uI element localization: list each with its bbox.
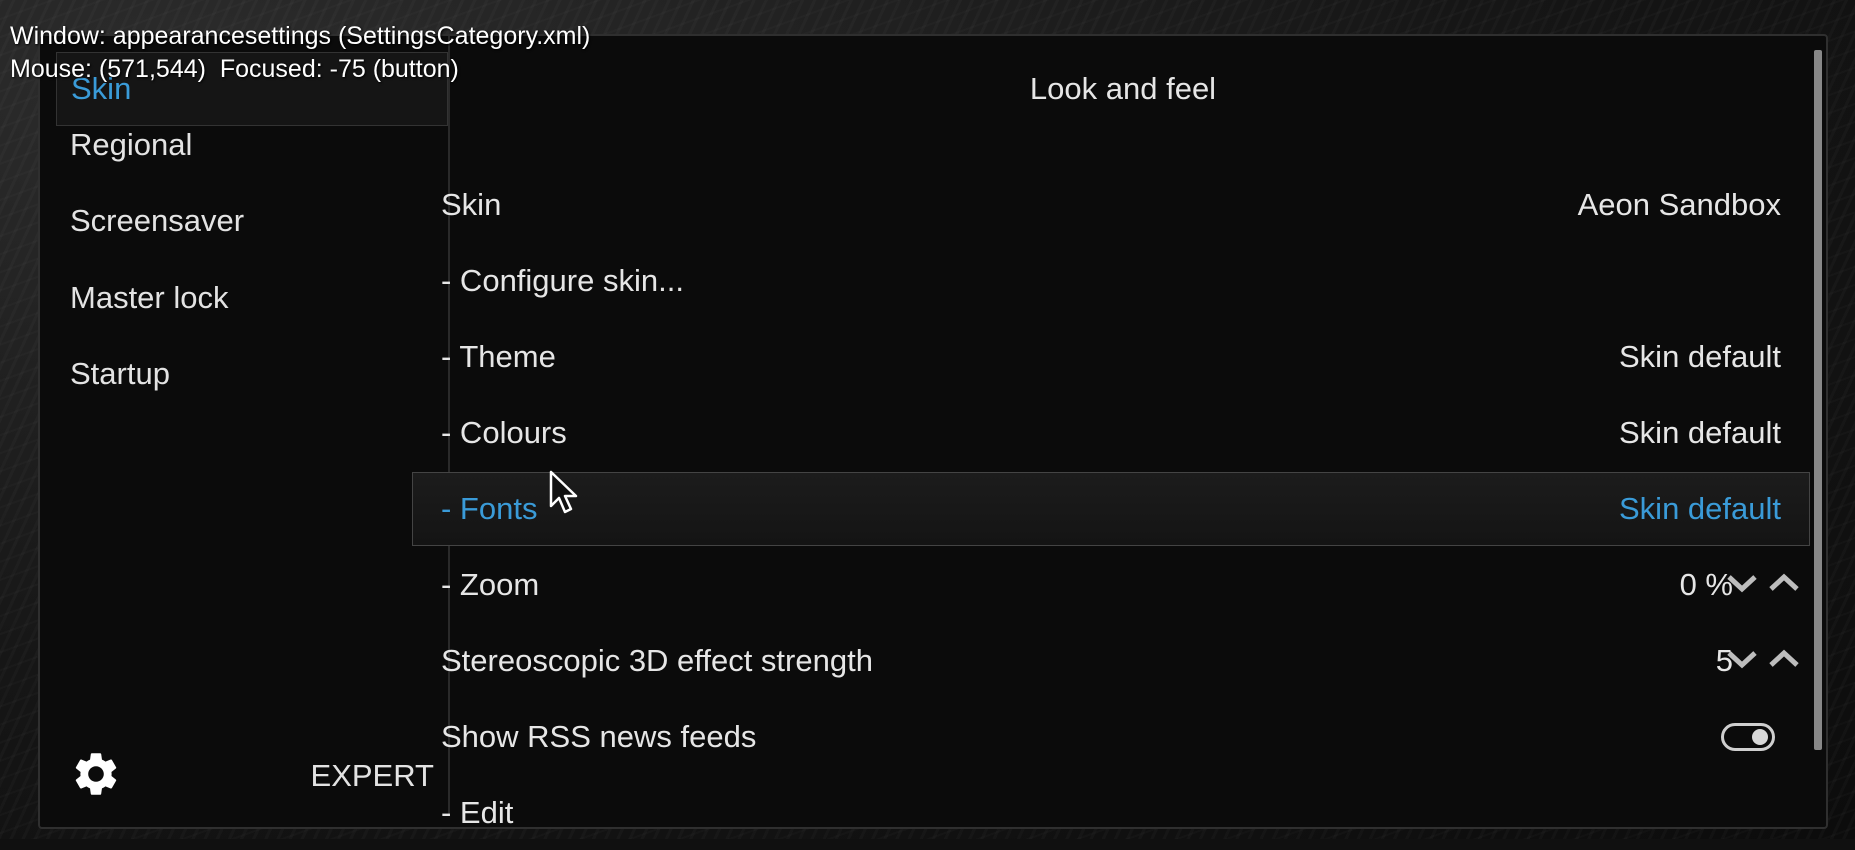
setting-theme[interactable]: - Theme Skin default	[412, 320, 1810, 394]
setting-label: Stereoscopic 3D effect strength	[441, 643, 873, 678]
toggle-knob	[1752, 729, 1768, 745]
sidebar-item-label: Master lock	[70, 280, 229, 315]
chevron-down-icon[interactable]	[1725, 571, 1759, 595]
settings-level-footer: EXPERT	[56, 736, 448, 816]
chevron-up-icon[interactable]	[1767, 571, 1801, 595]
setting-value: Aeon Sandbox	[1577, 187, 1781, 222]
scrollbar[interactable]	[1814, 50, 1822, 750]
debug-window-line: Window: appearancesettings (SettingsCate…	[10, 22, 591, 50]
setting-label: - Zoom	[441, 567, 540, 602]
setting-zoom[interactable]: - Zoom 0 %	[412, 548, 1810, 622]
sidebar-item-master-lock[interactable]: Master lock	[56, 261, 448, 335]
setting-configure-skin[interactable]: - Configure skin...	[412, 244, 1810, 318]
sidebar-item-regional[interactable]: Regional	[56, 108, 448, 182]
gear-icon[interactable]	[70, 748, 122, 800]
setting-colours[interactable]: - Colours Skin default	[412, 396, 1810, 470]
sidebar-item-startup[interactable]: Startup	[56, 337, 448, 411]
setting-label: - Edit	[441, 795, 514, 830]
setting-stereoscopic-strength[interactable]: Stereoscopic 3D effect strength 5	[412, 624, 1810, 698]
chevron-down-icon[interactable]	[1725, 647, 1759, 671]
spinner-arrows	[1725, 647, 1801, 671]
setting-label: - Colours	[441, 415, 567, 450]
sidebar-item-screensaver[interactable]: Screensaver	[56, 184, 448, 258]
debug-overlay: Window: appearancesettings (SettingsCate…	[10, 20, 590, 86]
setting-label: Skin	[441, 187, 502, 222]
category-sidebar: Skin Regional Screensaver Master lock St…	[56, 36, 450, 816]
setting-value: Skin default	[1619, 415, 1781, 450]
setting-value: Skin default	[1619, 339, 1781, 374]
spinner-arrows	[1725, 571, 1801, 595]
section-heading: Look and feel	[1029, 71, 1217, 106]
setting-value: Skin default	[1619, 491, 1781, 526]
setting-skin[interactable]: Skin Aeon Sandbox	[412, 168, 1810, 242]
setting-label: - Configure skin...	[441, 263, 684, 298]
setting-fonts[interactable]: - Fonts Skin default	[412, 472, 1810, 546]
chevron-up-icon[interactable]	[1767, 647, 1801, 671]
setting-label: Show RSS news feeds	[441, 719, 757, 754]
mouse-cursor-icon	[549, 470, 578, 514]
setting-label: - Fonts	[441, 491, 538, 526]
settings-list: Skin Aeon Sandbox - Configure skin... - …	[412, 168, 1810, 850]
debug-mouse-line: Mouse: (571,544) Focused: -75 (button)	[10, 55, 459, 83]
sidebar-item-label: Startup	[70, 356, 170, 391]
sidebar-item-label: Screensaver	[70, 203, 245, 238]
settings-panel: Skin Regional Screensaver Master lock St…	[38, 34, 1828, 830]
rss-toggle[interactable]	[1721, 723, 1775, 751]
setting-label: - Theme	[441, 339, 556, 374]
sidebar-item-label: Regional	[70, 127, 193, 162]
setting-show-rss[interactable]: Show RSS news feeds	[412, 700, 1810, 774]
